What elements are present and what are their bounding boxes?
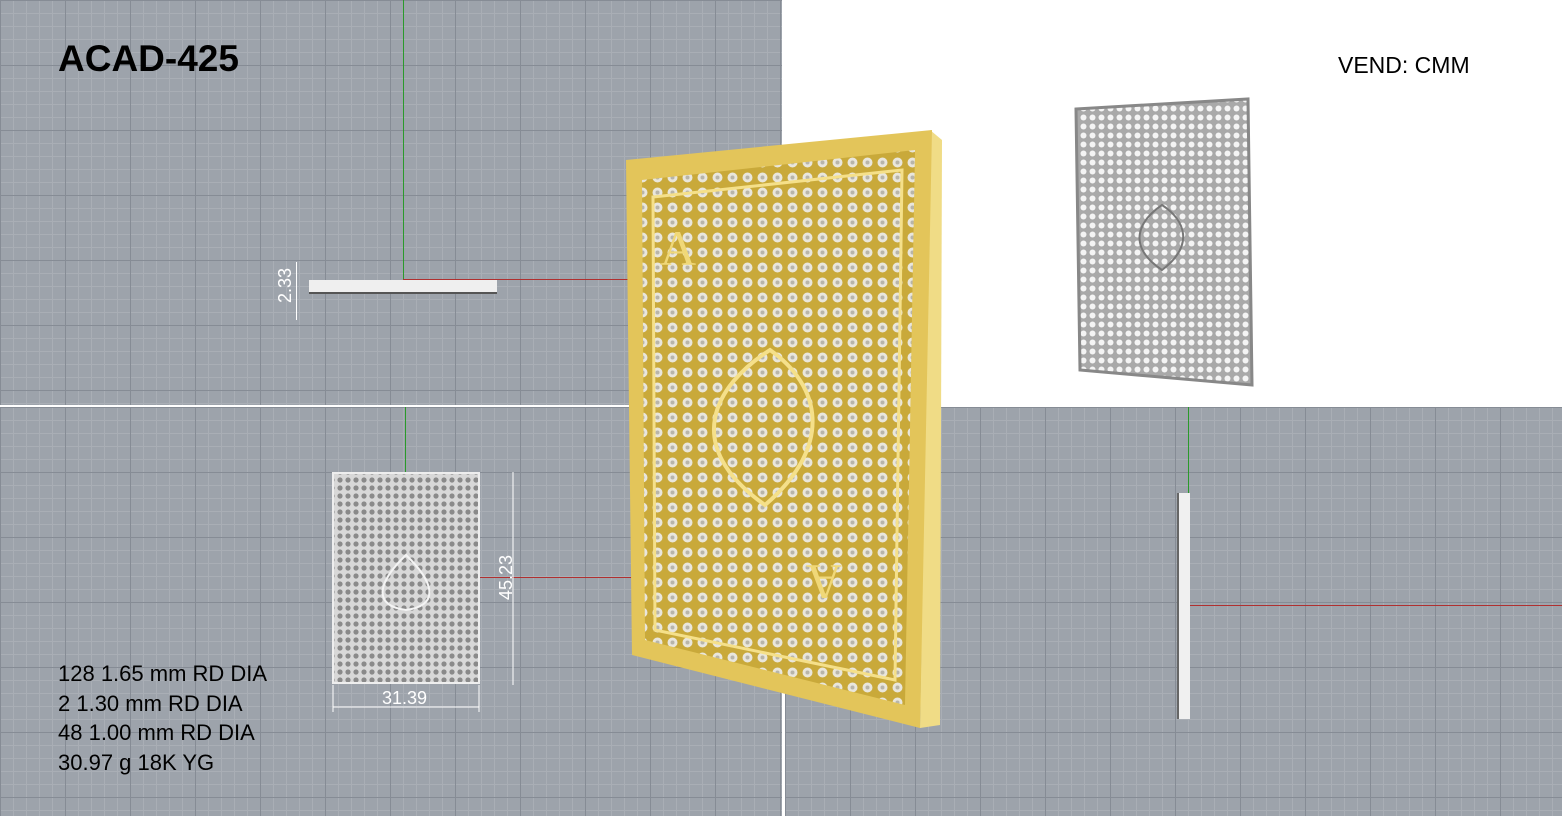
spec-item: 2 1.30 mm RD DIA (58, 690, 243, 716)
spec-item: 30.97 g 18K YG (58, 749, 215, 775)
silver-card-render (1074, 97, 1254, 387)
spec-item: 128 1.65 mm RD DIA (58, 661, 268, 686)
spec-list: 128 1.65 mm RD DIA 2 1.30 mm RD DIA 48 1… (58, 659, 267, 777)
y-axis (403, 0, 404, 280)
gold-card-render: A A (626, 130, 942, 728)
vendor-label: VEND: CMM (1338, 52, 1470, 78)
dimension-height: 45.23 (496, 554, 517, 601)
x-axis (1188, 605, 1562, 606)
dimension-width: 31.39 (382, 688, 428, 708)
dimension-thickness: 2.33 (275, 267, 296, 304)
spec-item: 48 1.00 mm RD DIA (58, 720, 255, 745)
product-code: ACAD-425 (58, 38, 239, 79)
dimension-line (296, 262, 297, 320)
side-view-bar (1177, 493, 1190, 719)
top-view-bar (309, 280, 497, 294)
svg-text:A: A (806, 554, 842, 610)
svg-text:A: A (660, 220, 696, 276)
